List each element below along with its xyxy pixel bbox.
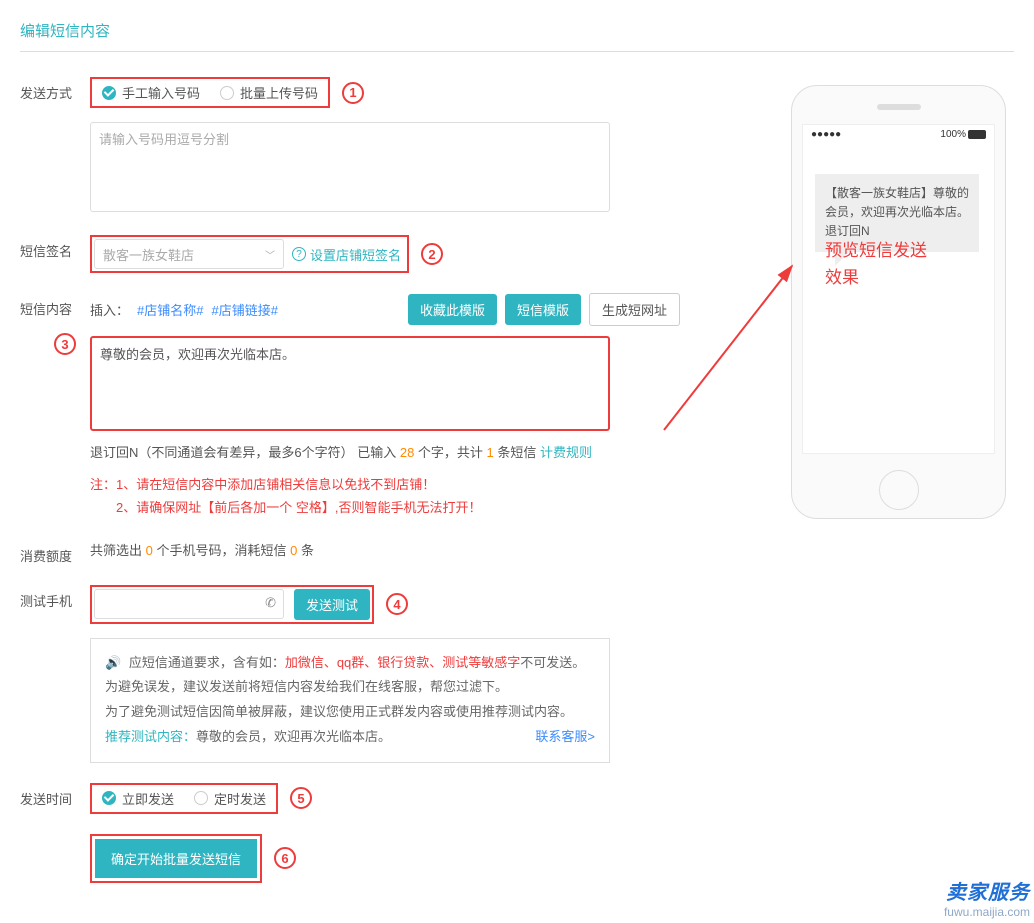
- quota-p2: 个手机号码，消耗短信: [153, 543, 290, 558]
- battery-icon: [968, 130, 986, 139]
- tips-sensitive: 加微信、qq群、银行贷款、测试等敏感字: [285, 655, 520, 670]
- send-test-button[interactable]: 发送测试: [294, 589, 370, 620]
- marker-6: 6: [274, 847, 296, 869]
- quota-p3: 条: [297, 543, 314, 558]
- send-time-radio-group: 立即发送 定时发送: [90, 783, 278, 814]
- radio-icon: [102, 86, 116, 100]
- send-method-radio-group: 手工输入号码 批量上传号码: [90, 77, 330, 108]
- marker-4: 4: [386, 593, 408, 615]
- insert-prefix: 插入：: [90, 300, 129, 319]
- rec-label: 推荐测试内容：: [105, 725, 196, 750]
- numbers-textarea[interactable]: [90, 122, 610, 212]
- arrow-icon: [664, 260, 804, 443]
- submit-button[interactable]: 确定开始批量发送短信: [95, 839, 257, 878]
- msg-count: 1: [487, 445, 494, 460]
- rec-text: 尊敬的会员，欢迎再次光临本店。: [196, 729, 391, 744]
- note-1: 注：1、请在短信内容中添加店铺相关信息以免找不到店铺！: [90, 473, 680, 496]
- counter-prefix: 退订回N（不同通道会有差异，最多6个字符） 已输入: [90, 445, 400, 460]
- signature-box: 散客一族女鞋店 ﹀ ? 设置店铺短签名: [90, 235, 409, 273]
- content-textarea[interactable]: [90, 336, 610, 431]
- test-box: ✆ 发送测试: [90, 585, 374, 624]
- submit-wrap: 确定开始批量发送短信: [90, 834, 262, 883]
- test-phone-input-wrap: ✆: [94, 589, 284, 619]
- phone-preview: ●●●●● 100% 【散客一族女鞋店】尊敬的会员，欢迎再次光临本店。退订回N …: [791, 85, 1006, 519]
- radio-batch-upload[interactable]: 批量上传号码: [220, 83, 318, 102]
- signal-dots: ●●●●●: [811, 129, 841, 140]
- counter-line: 退订回N（不同通道会有差异，最多6个字符） 已输入 28 个字，共计 1 条短信…: [90, 442, 680, 461]
- question-icon: ?: [292, 247, 306, 261]
- test-phone-input[interactable]: [94, 589, 284, 619]
- note-2: 2、请确保网址【前后各加一个 空格】,否则智能手机无法打开！: [90, 496, 680, 519]
- watermark: 卖家服务 fuwu.maijia.com: [944, 876, 1030, 919]
- content-toolbar: 插入： #店铺名称# #店铺链接# 收藏此模版 短信模版 生成短网址: [90, 293, 680, 326]
- radio-send-now[interactable]: 立即发送: [102, 789, 174, 808]
- radio-label: 立即发送: [122, 789, 174, 808]
- phone-speaker-icon: [877, 104, 921, 110]
- radio-icon: [102, 791, 116, 805]
- radio-icon: [194, 791, 208, 805]
- marker-3: 3: [54, 333, 76, 355]
- radio-icon: [220, 86, 234, 100]
- row-test: 测试手机 ✆ 发送测试 4 🔊 应短信通道要求，含有如：加微信、qq群、银行贷款…: [20, 585, 1014, 763]
- label-send-method: 发送方式: [20, 77, 90, 102]
- contact-support-link[interactable]: 联系客服>: [535, 725, 595, 750]
- row-submit: 确定开始批量发送短信 6: [20, 834, 1014, 883]
- content-notes: 注：1、请在短信内容中添加店铺相关信息以免找不到店铺！ 2、请确保网址【前后各加…: [90, 473, 680, 520]
- radio-label: 批量上传号码: [240, 83, 318, 102]
- row-quota: 消费额度 共筛选出 0 个手机号码，消耗短信 0 条: [20, 540, 1014, 565]
- label-signature: 短信签名: [20, 235, 90, 260]
- battery-text: 100%: [940, 129, 966, 140]
- char-count: 28: [400, 445, 414, 460]
- favorite-template-button[interactable]: 收藏此模版: [408, 294, 497, 325]
- section-title: 编辑短信内容: [20, 20, 1014, 52]
- watermark-bottom: fuwu.maijia.com: [944, 905, 1030, 919]
- quota-p1: 共筛选出: [90, 543, 146, 558]
- phone-icon: ✆: [265, 595, 276, 611]
- status-bar: ●●●●● 100%: [803, 125, 994, 144]
- tips-line1a: 应短信通道要求，含有如：: [129, 655, 285, 670]
- tips-line2: 为了避免测试短信因简单被屏蔽，建议您使用正式群发内容或使用推荐测试内容。: [105, 700, 595, 725]
- insert-shop-name[interactable]: #店铺名称#: [137, 300, 203, 319]
- radio-label: 定时发送: [214, 789, 266, 808]
- chevron-down-icon: ﹀: [265, 247, 275, 262]
- radio-label: 手工输入号码: [122, 83, 200, 102]
- counter-tail: 条短信: [494, 445, 540, 460]
- marker-5: 5: [290, 787, 312, 809]
- watermark-top: 卖家服务: [944, 876, 1030, 905]
- signature-select[interactable]: 散客一族女鞋店 ﹀: [94, 239, 284, 269]
- tips-box: 🔊 应短信通道要求，含有如：加微信、qq群、银行贷款、测试等敏感字不可发送。为避…: [90, 638, 610, 763]
- signature-selected: 散客一族女鞋店: [103, 245, 194, 264]
- home-button-icon: [879, 470, 919, 510]
- row-send-time: 发送时间 立即发送 定时发送 5: [20, 783, 1014, 814]
- insert-shop-link[interactable]: #店铺链接#: [211, 300, 277, 319]
- set-signature-text: 设置店铺短签名: [310, 245, 401, 264]
- marker-2: 2: [421, 243, 443, 265]
- label-content: 短信内容: [20, 293, 90, 318]
- marker-1: 1: [342, 82, 364, 104]
- sms-bubble: 【散客一族女鞋店】尊敬的会员，欢迎再次光临本店。退订回N: [815, 174, 979, 252]
- speaker-icon: 🔊: [105, 655, 121, 670]
- counter-mid: 个字，共计: [414, 445, 486, 460]
- label-quota: 消费额度: [20, 540, 90, 565]
- label-test: 测试手机: [20, 585, 90, 610]
- set-signature-link[interactable]: ? 设置店铺短签名: [292, 245, 401, 264]
- radio-send-scheduled[interactable]: 定时发送: [194, 789, 266, 808]
- radio-manual-input[interactable]: 手工输入号码: [102, 83, 200, 102]
- quota-phone-count: 0: [146, 543, 153, 558]
- billing-rules-link[interactable]: 计费规则: [540, 442, 592, 461]
- label-send-time: 发送时间: [20, 783, 90, 808]
- phone-screen: ●●●●● 100% 【散客一族女鞋店】尊敬的会员，欢迎再次光临本店。退订回N …: [802, 124, 995, 454]
- sms-template-button[interactable]: 短信模版: [505, 294, 581, 325]
